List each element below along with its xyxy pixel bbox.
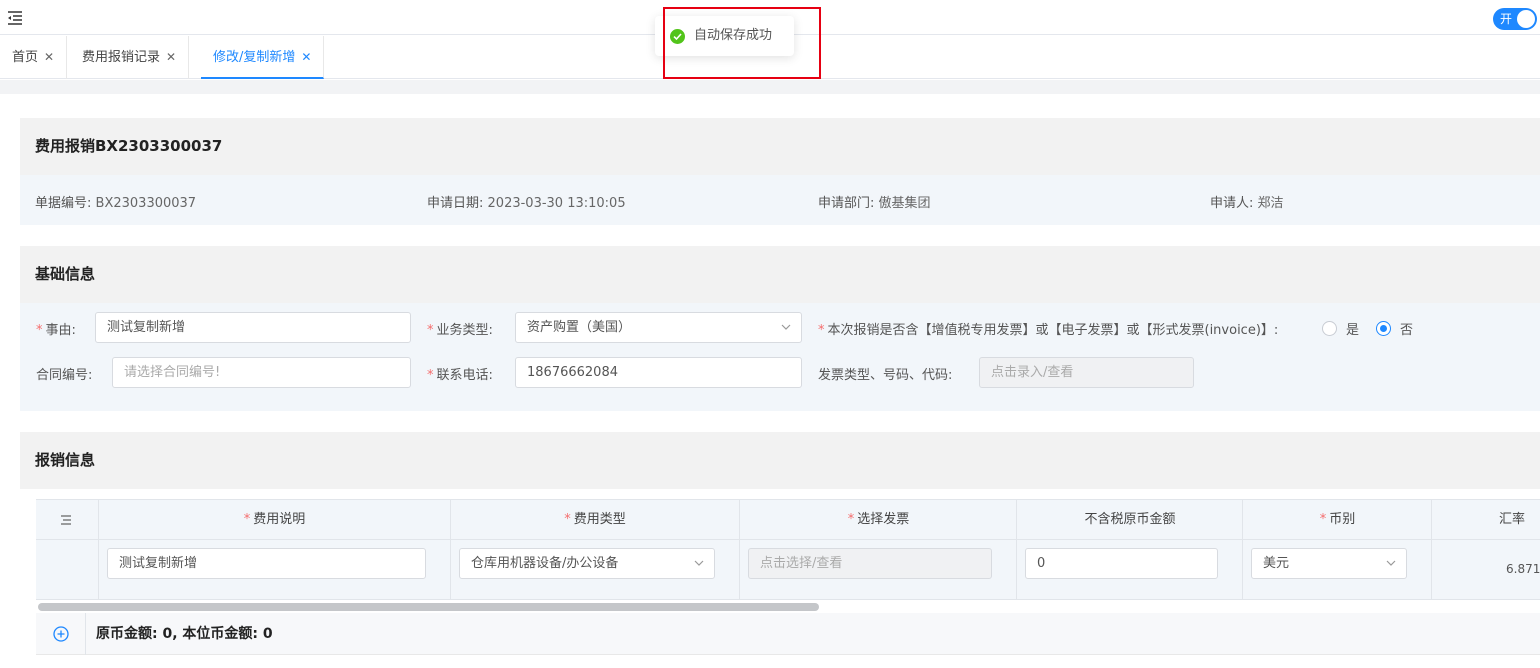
apply-dept-field: 申请部门: 傲基集团 xyxy=(818,192,931,211)
row-type-value: 仓库用机器设备/办公设备 xyxy=(471,556,619,571)
biz-type-value: 资产购置（美国） xyxy=(527,320,632,335)
reason-label: * 事由: xyxy=(36,323,76,338)
contract-label: 合同编号: xyxy=(36,368,93,383)
table-horizontal-scrollbar[interactable] xyxy=(38,603,819,611)
table-header-row: * 费用说明 * 费用类型 * 选择发票 不含税原币金额 * 币别 汇率 xyxy=(36,499,1540,540)
row-currency-value: 美元 xyxy=(1263,556,1290,571)
summary-title: 费用报销BX2303300037 xyxy=(20,118,1540,175)
summary-info: 单据编号: BX2303300037 申请日期: 2023-03-30 13:1… xyxy=(20,175,1540,225)
apply-date-field: 申请日期: 2023-03-30 13:10:05 xyxy=(427,192,626,211)
row-invoice-input[interactable]: 点击选择/查看 xyxy=(748,548,992,579)
column-divider xyxy=(1431,499,1432,600)
tab-edit-copy[interactable]: 修改/复制新增 ✕ xyxy=(201,36,325,79)
menu-collapse-icon[interactable] xyxy=(6,9,24,27)
toggle-knob xyxy=(1517,10,1535,28)
invoice-info-input[interactable]: 点击录入/查看 xyxy=(979,357,1194,388)
row-rate-value: 6.871 xyxy=(1506,562,1540,576)
row-type-select[interactable]: 仓库用机器设备/办公设备 xyxy=(459,548,715,579)
column-divider xyxy=(739,499,740,600)
chevron-down-icon xyxy=(1386,560,1396,566)
row-desc-input[interactable]: 测试复制新增 xyxy=(107,548,426,579)
row-amount-input[interactable]: 0 xyxy=(1025,548,1218,579)
content-top-band xyxy=(0,80,1540,94)
applicant-value: 郑洁 xyxy=(1257,196,1284,211)
phone-input[interactable]: 18676662084 xyxy=(515,357,802,388)
doc-no-value: BX2303300037 xyxy=(95,196,197,211)
tab-expense-records[interactable]: 费用报销记录 ✕ xyxy=(70,36,190,79)
column-settings-icon[interactable] xyxy=(60,514,72,526)
table-row: 测试复制新增 仓库用机器设备/办公设备 点击选择/查看 0 美元 6.871 xyxy=(36,540,1540,600)
apply-dept-value: 傲基集团 xyxy=(878,196,931,211)
expense-table: * 费用说明 * 费用类型 * 选择发票 不含税原币金额 * 币别 汇率 测试复制新增 … xyxy=(36,499,1540,600)
col-header-type: * 费用类型 xyxy=(564,512,626,527)
apply-dept-label: 申请部门: xyxy=(818,196,875,211)
invoice-no-label[interactable]: 否 xyxy=(1400,319,1413,338)
tab-label: 费用报销记录 xyxy=(82,50,161,65)
column-divider xyxy=(1016,499,1017,600)
close-icon[interactable]: ✕ xyxy=(44,50,54,64)
invoice-yes-radio[interactable] xyxy=(1322,321,1337,336)
column-divider xyxy=(1242,499,1243,600)
col-header-invoice: * 选择发票 xyxy=(847,512,910,527)
reason-input[interactable]: 测试复制新增 xyxy=(95,312,411,343)
add-row-button[interactable] xyxy=(36,613,86,655)
table-footer-row: 原币金额: 0, 本位币金额: 0 xyxy=(36,613,1540,655)
invoice-no-radio[interactable] xyxy=(1376,321,1391,336)
apply-date-label: 申请日期: xyxy=(427,196,484,211)
tab-label: 修改/复制新增 xyxy=(213,50,296,65)
close-icon[interactable]: ✕ xyxy=(166,50,176,64)
reimb-info-title: 报销信息 xyxy=(20,432,1540,489)
column-divider xyxy=(98,499,99,600)
doc-no-label: 单据编号: xyxy=(35,196,92,211)
toggle-switch-label: 开 xyxy=(1500,12,1513,26)
col-header-amount: 不含税原币金额 xyxy=(1084,512,1176,527)
col-header-rate: 汇率 xyxy=(1498,512,1525,527)
highlight-box xyxy=(663,7,821,79)
add-circle-icon xyxy=(53,626,69,642)
row-currency-select[interactable]: 美元 xyxy=(1251,548,1407,579)
contract-input[interactable]: 请选择合同编号! xyxy=(112,357,411,388)
tab-home[interactable]: 首页 ✕ xyxy=(0,36,68,79)
column-divider xyxy=(450,499,451,600)
chevron-down-icon xyxy=(694,560,704,566)
basic-info-title: 基础信息 xyxy=(20,246,1540,303)
applicant-field: 申请人: 郑洁 xyxy=(1210,192,1284,211)
invoice-yes-label[interactable]: 是 xyxy=(1346,319,1359,338)
invoice-info-label: 发票类型、号码、代码: xyxy=(818,368,953,383)
close-icon[interactable]: ✕ xyxy=(301,50,311,64)
toggle-switch[interactable]: 开 xyxy=(1493,8,1537,30)
applicant-label: 申请人: xyxy=(1210,196,1254,211)
doc-no-field: 单据编号: BX2303300037 xyxy=(35,192,196,211)
col-header-desc: * 费用说明 xyxy=(243,512,306,527)
biz-type-label: * 业务类型: xyxy=(427,323,493,338)
invoice-question-label: * 本次报销是否含【增值税专用发票】或【电子发票】或【形式发票(invoice)】… xyxy=(818,323,1279,338)
chevron-down-icon xyxy=(781,324,791,330)
amount-total-text: 原币金额: 0, 本位币金额: 0 xyxy=(96,626,273,642)
col-header-currency: * 币别 xyxy=(1319,512,1356,527)
apply-date-value: 2023-03-30 13:10:05 xyxy=(487,196,626,211)
biz-type-select[interactable]: 资产购置（美国） xyxy=(515,312,802,343)
phone-label: * 联系电话: xyxy=(427,368,493,383)
tab-label: 首页 xyxy=(12,50,39,65)
